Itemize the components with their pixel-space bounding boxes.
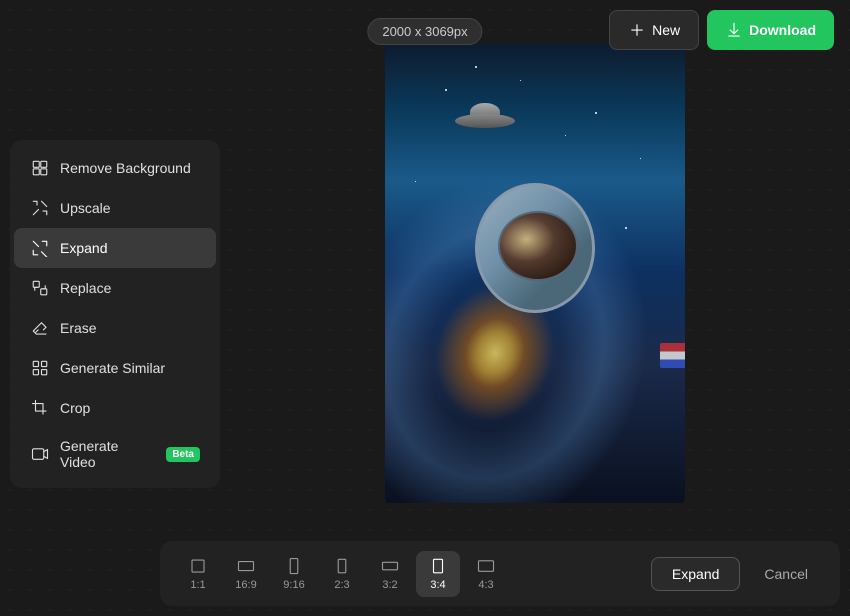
ratio-label: 16:9 bbox=[235, 579, 256, 591]
header: 2000 x 3069px New Download bbox=[0, 0, 850, 60]
ufo-decoration bbox=[445, 103, 525, 128]
sidebar-item-label: Remove Background bbox=[60, 160, 191, 176]
sidebar-item-label: Generate Similar bbox=[60, 360, 165, 376]
sidebar-item-generate-similar[interactable]: Generate Similar bbox=[14, 348, 216, 388]
ratio-16-9-icon bbox=[237, 557, 255, 575]
sidebar-item-erase[interactable]: Erase bbox=[14, 308, 216, 348]
remove-bg-icon bbox=[30, 158, 50, 178]
ratio-label: 9:16 bbox=[283, 579, 304, 591]
beta-badge: Beta bbox=[166, 447, 200, 462]
ratio-label: 3:2 bbox=[382, 579, 397, 591]
download-button[interactable]: Download bbox=[707, 10, 834, 50]
sidebar-item-expand[interactable]: Expand bbox=[14, 228, 216, 268]
ratio-16-9-button[interactable]: 16:9 bbox=[224, 551, 268, 597]
ratio-1-1-button[interactable]: 1:1 bbox=[176, 551, 220, 597]
erase-icon bbox=[30, 318, 50, 338]
bottom-toolbar: 1:1 16:9 9:16 2:3 bbox=[160, 541, 840, 606]
sidebar-item-label: Erase bbox=[60, 320, 97, 336]
ratio-9-16-button[interactable]: 9:16 bbox=[272, 551, 316, 597]
sidebar-item-remove-background[interactable]: Remove Background bbox=[14, 148, 216, 188]
sidebar-item-generate-video[interactable]: Generate Video Beta bbox=[14, 428, 216, 480]
sidebar-item-upscale[interactable]: Upscale bbox=[14, 188, 216, 228]
image-container bbox=[385, 43, 685, 503]
ratio-2-3-button[interactable]: 2:3 bbox=[320, 551, 364, 597]
crop-icon bbox=[30, 398, 50, 418]
expand-icon bbox=[30, 238, 50, 258]
expand-button[interactable]: Expand bbox=[651, 557, 740, 591]
new-button[interactable]: New bbox=[609, 10, 699, 50]
ratio-label: 3:4 bbox=[430, 579, 445, 591]
ratio-4-3-button[interactable]: 4:3 bbox=[464, 551, 508, 597]
download-icon bbox=[725, 21, 743, 39]
cancel-button[interactable]: Cancel bbox=[748, 557, 824, 591]
sidebar-item-label: Replace bbox=[60, 280, 111, 296]
ratio-label: 1:1 bbox=[190, 579, 205, 591]
sidebar-item-crop[interactable]: Crop bbox=[14, 388, 216, 428]
sidebar: Remove Background Upscale Expand Replace… bbox=[10, 140, 220, 488]
ratio-1-1-icon bbox=[189, 557, 207, 575]
generate-video-icon bbox=[30, 444, 50, 464]
image-dimensions-badge: 2000 x 3069px bbox=[367, 18, 482, 45]
ratio-3-4-icon bbox=[429, 557, 447, 575]
astronaut-decoration bbox=[385, 183, 685, 503]
sidebar-item-label: Generate Video bbox=[60, 438, 152, 470]
ratio-4-3-icon bbox=[477, 557, 495, 575]
ratio-3-2-button[interactable]: 3:2 bbox=[368, 551, 412, 597]
ratio-label: 4:3 bbox=[478, 579, 493, 591]
sidebar-item-label: Expand bbox=[60, 240, 107, 256]
plus-icon bbox=[628, 21, 646, 39]
canvas-area bbox=[230, 10, 840, 536]
ratio-label: 2:3 bbox=[334, 579, 349, 591]
sidebar-item-replace[interactable]: Replace bbox=[14, 268, 216, 308]
ratio-9-16-icon bbox=[285, 557, 303, 575]
upscale-icon bbox=[30, 198, 50, 218]
ratio-2-3-icon bbox=[333, 557, 351, 575]
generate-similar-icon bbox=[30, 358, 50, 378]
astronaut-image bbox=[385, 43, 685, 503]
sidebar-item-label: Crop bbox=[60, 400, 90, 416]
dimensions-label: 2000 x 3069px bbox=[382, 24, 467, 39]
replace-icon bbox=[30, 278, 50, 298]
ratio-3-4-button[interactable]: 3:4 bbox=[416, 551, 460, 597]
action-buttons: Expand Cancel bbox=[651, 557, 824, 591]
ratio-3-2-icon bbox=[381, 557, 399, 575]
sidebar-item-label: Upscale bbox=[60, 200, 111, 216]
